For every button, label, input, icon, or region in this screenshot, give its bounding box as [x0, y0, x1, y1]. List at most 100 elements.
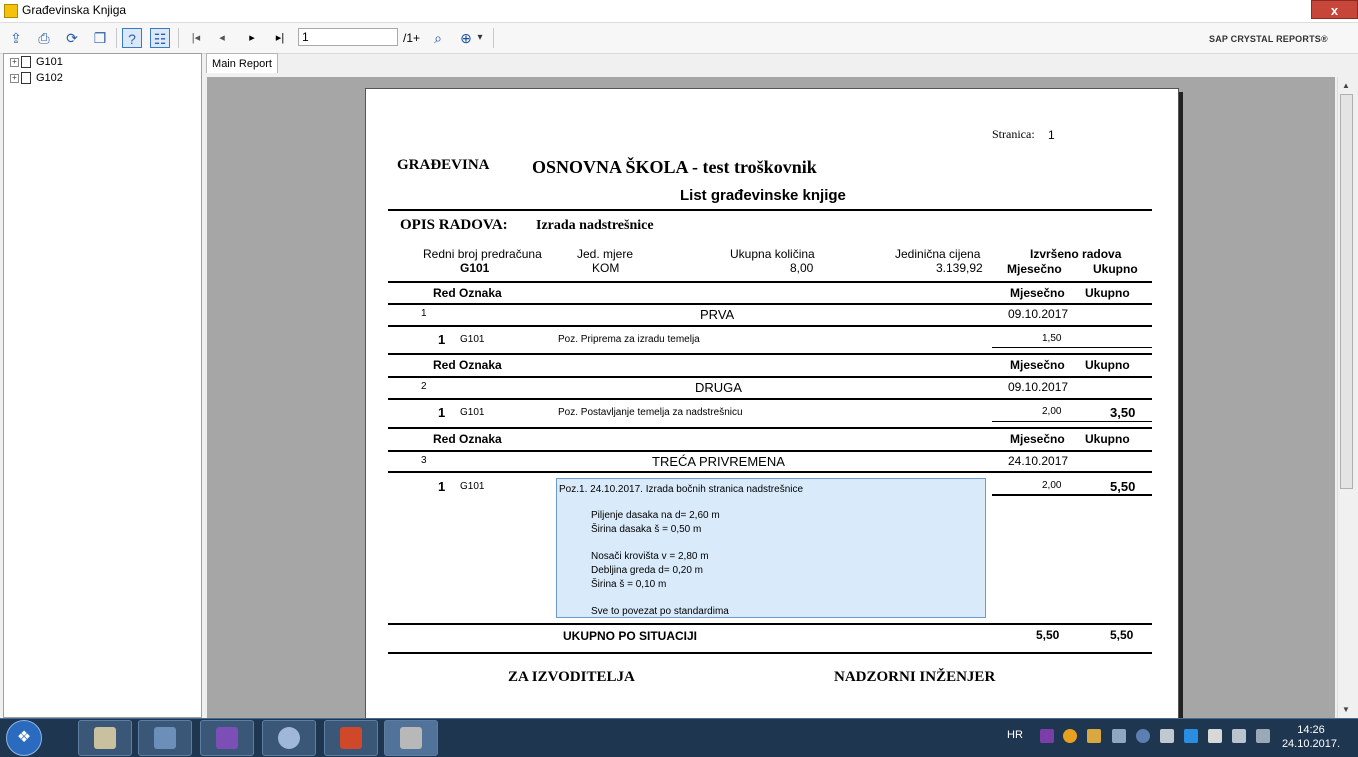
- row-ukupno: 3,50: [1110, 405, 1136, 420]
- detail-line: Širina š = 0,10 m: [591, 579, 667, 590]
- window-title: Građevinska Knjiga: [22, 3, 127, 17]
- tray-app-icon[interactable]: [1112, 729, 1126, 743]
- first-page-icon[interactable]: |◂: [186, 28, 206, 48]
- document-icon: [21, 56, 31, 69]
- group-tree-panel: + G101 + G102: [3, 53, 202, 718]
- tray-app-icon[interactable]: [1087, 729, 1101, 743]
- taskbar-app-network[interactable]: [138, 720, 192, 756]
- row-mjesecno: 2,00: [1042, 406, 1062, 417]
- group-ukupno-header: Ukupno: [1085, 432, 1130, 446]
- find-icon[interactable]: ⌕: [428, 28, 448, 48]
- page-count: /1+: [403, 31, 421, 45]
- tray-app-icon[interactable]: [1063, 729, 1077, 743]
- redni-broj-label: Redni broj predračuna: [423, 247, 542, 261]
- selected-detail-box[interactable]: Poz.1. 24.10.2017. Izrada bočnih stranic…: [556, 478, 986, 618]
- group-name: PRVA: [700, 307, 735, 322]
- list-title: List građevinske knjige: [680, 187, 846, 204]
- app-icon: [4, 4, 18, 18]
- tab-main-report[interactable]: Main Report: [206, 53, 278, 73]
- group-name: DRUGA: [695, 380, 742, 395]
- detail-line: Nosači krovišta v = 2,80 m: [591, 551, 709, 562]
- previous-page-icon[interactable]: ◂: [212, 28, 232, 48]
- row-description: Poz. Postavljanje temelja za nadstrešnic…: [558, 407, 743, 418]
- tree-item-g102[interactable]: + G102: [10, 72, 63, 86]
- red-oznaka-header: Red Oznaka: [433, 358, 502, 372]
- group-date: 24.10.2017: [1008, 454, 1069, 468]
- jed-mjere-value: KOM: [592, 261, 620, 275]
- detail-line: Piljenje dasaka na d= 2,60 m: [591, 510, 720, 521]
- onenote-icon[interactable]: [1040, 729, 1054, 743]
- ukupna-kolicina-value: 8,00: [790, 261, 814, 275]
- jedinicna-cijena-label: Jedinična cijena: [895, 247, 981, 261]
- next-page-icon[interactable]: ▸: [242, 28, 262, 48]
- group-date: 09.10.2017: [1008, 380, 1069, 394]
- ukupno-mjesecno-total: 5,50: [1036, 628, 1060, 642]
- detail-line: Debljina greda d= 0,20 m: [591, 565, 704, 576]
- scrollbar-thumb[interactable]: [1340, 94, 1353, 489]
- start-button[interactable]: ❖: [6, 720, 42, 756]
- tray-app-icon[interactable]: [1160, 729, 1174, 743]
- scroll-down-icon[interactable]: ▼: [1342, 705, 1350, 714]
- group-number: 3: [421, 455, 427, 466]
- vertical-scrollbar[interactable]: ▲ ▼: [1337, 77, 1356, 718]
- powerpoint-icon: [340, 727, 362, 749]
- explorer-icon: [94, 727, 116, 749]
- taskbar-app-media[interactable]: [262, 720, 316, 756]
- row-ukupno: 5,50: [1110, 479, 1136, 494]
- tray-app-icon[interactable]: [1136, 729, 1150, 743]
- report-viewer[interactable]: Stranica: 1 GRAĐEVINA OSNOVNA ŠKOLA - te…: [207, 77, 1335, 718]
- group-mjesecno-header: Mjesečno: [1010, 358, 1065, 372]
- izvrseno-label: Izvršeno radova: [1030, 247, 1122, 261]
- clock[interactable]: 14:26 24.10.2017.: [1276, 723, 1346, 751]
- ukupno-header: Ukupno: [1093, 262, 1138, 276]
- language-indicator[interactable]: HR: [1007, 729, 1023, 741]
- export-icon[interactable]: ⇪: [6, 28, 26, 48]
- ukupno-ukupno-total: 5,50: [1110, 628, 1134, 642]
- document-icon: [21, 72, 31, 85]
- row-mjesecno: 2,00: [1042, 480, 1062, 491]
- taskbar-app-visual-studio[interactable]: [200, 720, 254, 756]
- clock-date: 24.10.2017.: [1281, 738, 1341, 750]
- zoom-icon[interactable]: ⊕: [456, 28, 476, 48]
- row-number: 1: [438, 479, 446, 494]
- last-page-icon[interactable]: ▸|: [270, 28, 290, 48]
- group-date: 09.10.2017: [1008, 307, 1069, 321]
- help-icon[interactable]: ?: [122, 28, 142, 48]
- skype-icon[interactable]: [1184, 729, 1198, 743]
- expand-icon[interactable]: +: [10, 57, 19, 67]
- clock-time: 14:26: [1297, 724, 1325, 736]
- network-status-icon[interactable]: [1256, 729, 1270, 743]
- page-number-input[interactable]: [298, 28, 398, 46]
- refresh-icon[interactable]: ⟳: [62, 28, 82, 48]
- close-button[interactable]: x: [1311, 0, 1358, 19]
- group-name: TREĆA PRIVREMENA: [652, 454, 785, 469]
- group-number: 1: [421, 308, 427, 319]
- taskbar-app-powerpoint[interactable]: [324, 720, 378, 756]
- action-center-flag-icon[interactable]: [1208, 729, 1222, 743]
- scroll-up-icon[interactable]: ▲: [1342, 81, 1350, 90]
- group-ukupno-header: Ukupno: [1085, 286, 1130, 300]
- tree-item-g101[interactable]: + G101: [10, 56, 63, 70]
- gradevina-label: GRAĐEVINA: [397, 157, 490, 173]
- group-ukupno-header: Ukupno: [1085, 358, 1130, 372]
- row-number: 1: [438, 405, 446, 420]
- volume-icon[interactable]: [1232, 729, 1246, 743]
- group-tree-toggle-icon[interactable]: ☷: [150, 28, 170, 48]
- zoom-dropdown-caret[interactable]: ▾: [474, 28, 486, 48]
- row-code: G101: [460, 481, 485, 492]
- sign-supervisor: NADZORNI INŽENJER: [834, 669, 996, 685]
- taskbar-app-gradevinska-knjiga[interactable]: [384, 720, 438, 756]
- jed-mjere-label: Jed. mjere: [577, 247, 634, 261]
- row-code: G101: [460, 334, 485, 345]
- row-code: G101: [460, 407, 485, 418]
- ukupna-kolicina-label: Ukupna količina: [730, 247, 815, 261]
- network-icon: [154, 727, 176, 749]
- opis-label: OPIS RADOVA:: [400, 217, 508, 233]
- taskbar-app-explorer[interactable]: [78, 720, 132, 756]
- brand-label: SAP CRYSTAL REPORTS®: [1209, 34, 1328, 44]
- expand-icon[interactable]: +: [10, 73, 19, 83]
- group-mjesecno-header: Mjesečno: [1010, 286, 1065, 300]
- print-icon[interactable]: ⎙: [34, 28, 54, 48]
- detail-line: Poz.1. 24.10.2017. Izrada bočnih stranic…: [559, 484, 804, 495]
- copy-icon[interactable]: ❐: [90, 28, 110, 48]
